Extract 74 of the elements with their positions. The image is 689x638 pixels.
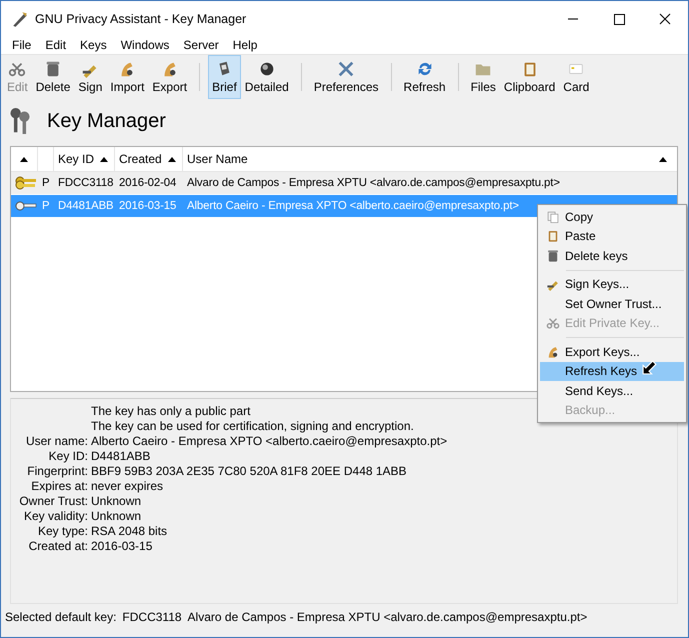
page-heading: Key Manager xyxy=(47,110,166,132)
app-icon xyxy=(11,10,29,28)
toolbar-button[interactable]: Brief xyxy=(208,55,241,99)
menu-item[interactable]: Sign Keys... xyxy=(540,274,684,294)
sort-arrow-icon xyxy=(659,156,667,162)
table-cell-text: P xyxy=(41,200,50,212)
column-header[interactable]: Created xyxy=(115,147,183,171)
detail-label: Key type: xyxy=(38,524,88,538)
detail-value: Unknown xyxy=(91,508,142,522)
table-cell-text: P xyxy=(41,177,50,189)
detail-value: BBF9 59B3 203A 2E35 7C80 520A 81F8 20EE D448 1ABB xyxy=(91,464,407,478)
table-cell-text: Alberto Caeiro - Empresa XPTO <alberto.caeiro@empresaxpto.pt> xyxy=(186,200,520,212)
menu-item[interactable]: Delete keys xyxy=(540,246,684,266)
table-row[interactable]: P FDCC3118 2016-02-04 Alvaro de Campos - Empresa XPTU <alvaro.de.campos@empresaxptu.pt> xyxy=(11,172,677,194)
detail-value: never expires xyxy=(91,478,164,492)
table-cell-text: FDCC3118 xyxy=(57,177,114,189)
menu-item[interactable]: Send Keys... xyxy=(540,381,684,400)
sort-arrow-icon xyxy=(20,156,28,162)
table-cell-text: 2016-03-15 xyxy=(118,200,178,212)
column-header[interactable]: Key ID xyxy=(54,147,115,171)
status-user-name: Alvaro de Campos - Empresa XPTU <alvaro.de.campos@empresaxptu.pt> xyxy=(188,610,588,624)
toolbar-button[interactable]: Detailed xyxy=(240,55,293,99)
trash-icon xyxy=(546,248,560,263)
refresh-icon xyxy=(416,60,434,78)
detail-value: 2016-03-15 xyxy=(91,538,152,552)
sort-arrow-icon xyxy=(100,156,108,162)
menu-item[interactable]: File xyxy=(5,38,38,52)
table-cell-text: Alvaro de Campos - Empresa XPTU <alvaro.de.campos@empresaxptu.pt> xyxy=(186,177,561,189)
detail-value: The key can be used for certification, signing and encryption. xyxy=(91,418,414,432)
detail-label: Key validity: xyxy=(24,508,88,522)
detail-label: Key ID: xyxy=(48,448,88,462)
detail-value: D4481ABB xyxy=(91,448,150,462)
globe-icon xyxy=(258,60,276,78)
key-icon xyxy=(14,199,36,213)
menu-item[interactable]: Export Keys... xyxy=(540,342,684,362)
toolbar-button[interactable]: Import xyxy=(106,55,148,99)
detail-label: Created at: xyxy=(28,538,88,552)
menu-item[interactable]: Server xyxy=(176,38,226,52)
trash-icon xyxy=(44,60,62,78)
toolbar-button[interactable]: Export xyxy=(148,55,192,99)
menu-item[interactable]: Paste xyxy=(540,226,684,246)
window-title: GNU Privacy Assistant - Key Manager xyxy=(35,12,246,26)
status-key-id: FDCC3118 xyxy=(122,610,182,624)
column-header[interactable]: User Name xyxy=(183,147,677,171)
key-pair-icon xyxy=(14,176,36,190)
toolbar-button[interactable]: Refresh xyxy=(400,55,450,99)
toolbar-button[interactable]: Sign xyxy=(74,55,106,99)
table-cell-text: 2016-02-04 xyxy=(118,177,178,189)
toolbar-button[interactable]: Files xyxy=(466,55,500,99)
scissors-icon xyxy=(546,316,560,330)
detail-value: Alberto Caeiro - Empresa XPTO <alberto.caeiro@empresaxpto.pt> xyxy=(91,434,448,448)
menu-item[interactable]: Keys xyxy=(73,38,114,52)
detail-label: Fingerprint: xyxy=(27,464,88,478)
toolbar-button[interactable]: Preferences xyxy=(310,55,383,99)
menu-item[interactable]: Set Owner Trust... xyxy=(540,294,684,314)
detail-value: RSA 2048 bits xyxy=(91,524,168,538)
detail-label: User name: xyxy=(26,434,88,448)
menu-item[interactable]: Refresh Keys xyxy=(540,362,684,381)
menu-item[interactable]: Edit xyxy=(38,38,74,52)
scissors-icon xyxy=(8,60,26,78)
toolbar-button[interactable]: Delete xyxy=(32,55,74,99)
toolbar-button[interactable]: Clipboard xyxy=(500,55,560,99)
table-cell-text: D4481ABB xyxy=(57,200,115,212)
detail-value: Unknown xyxy=(91,494,142,508)
menu-item[interactable]: Windows xyxy=(114,38,176,52)
menu-item[interactable]: Help xyxy=(226,38,264,52)
copy-icon xyxy=(546,210,560,224)
detail-label: Owner Trust: xyxy=(19,494,88,508)
detail-label: Expires at: xyxy=(31,478,88,492)
sort-arrow-icon xyxy=(168,156,176,162)
detail-value: The key has only a public part xyxy=(91,404,250,418)
mouse-cursor-icon xyxy=(641,359,658,376)
toolbar-button[interactable]: Card xyxy=(559,55,594,99)
status-label: Selected default key: xyxy=(5,610,116,624)
